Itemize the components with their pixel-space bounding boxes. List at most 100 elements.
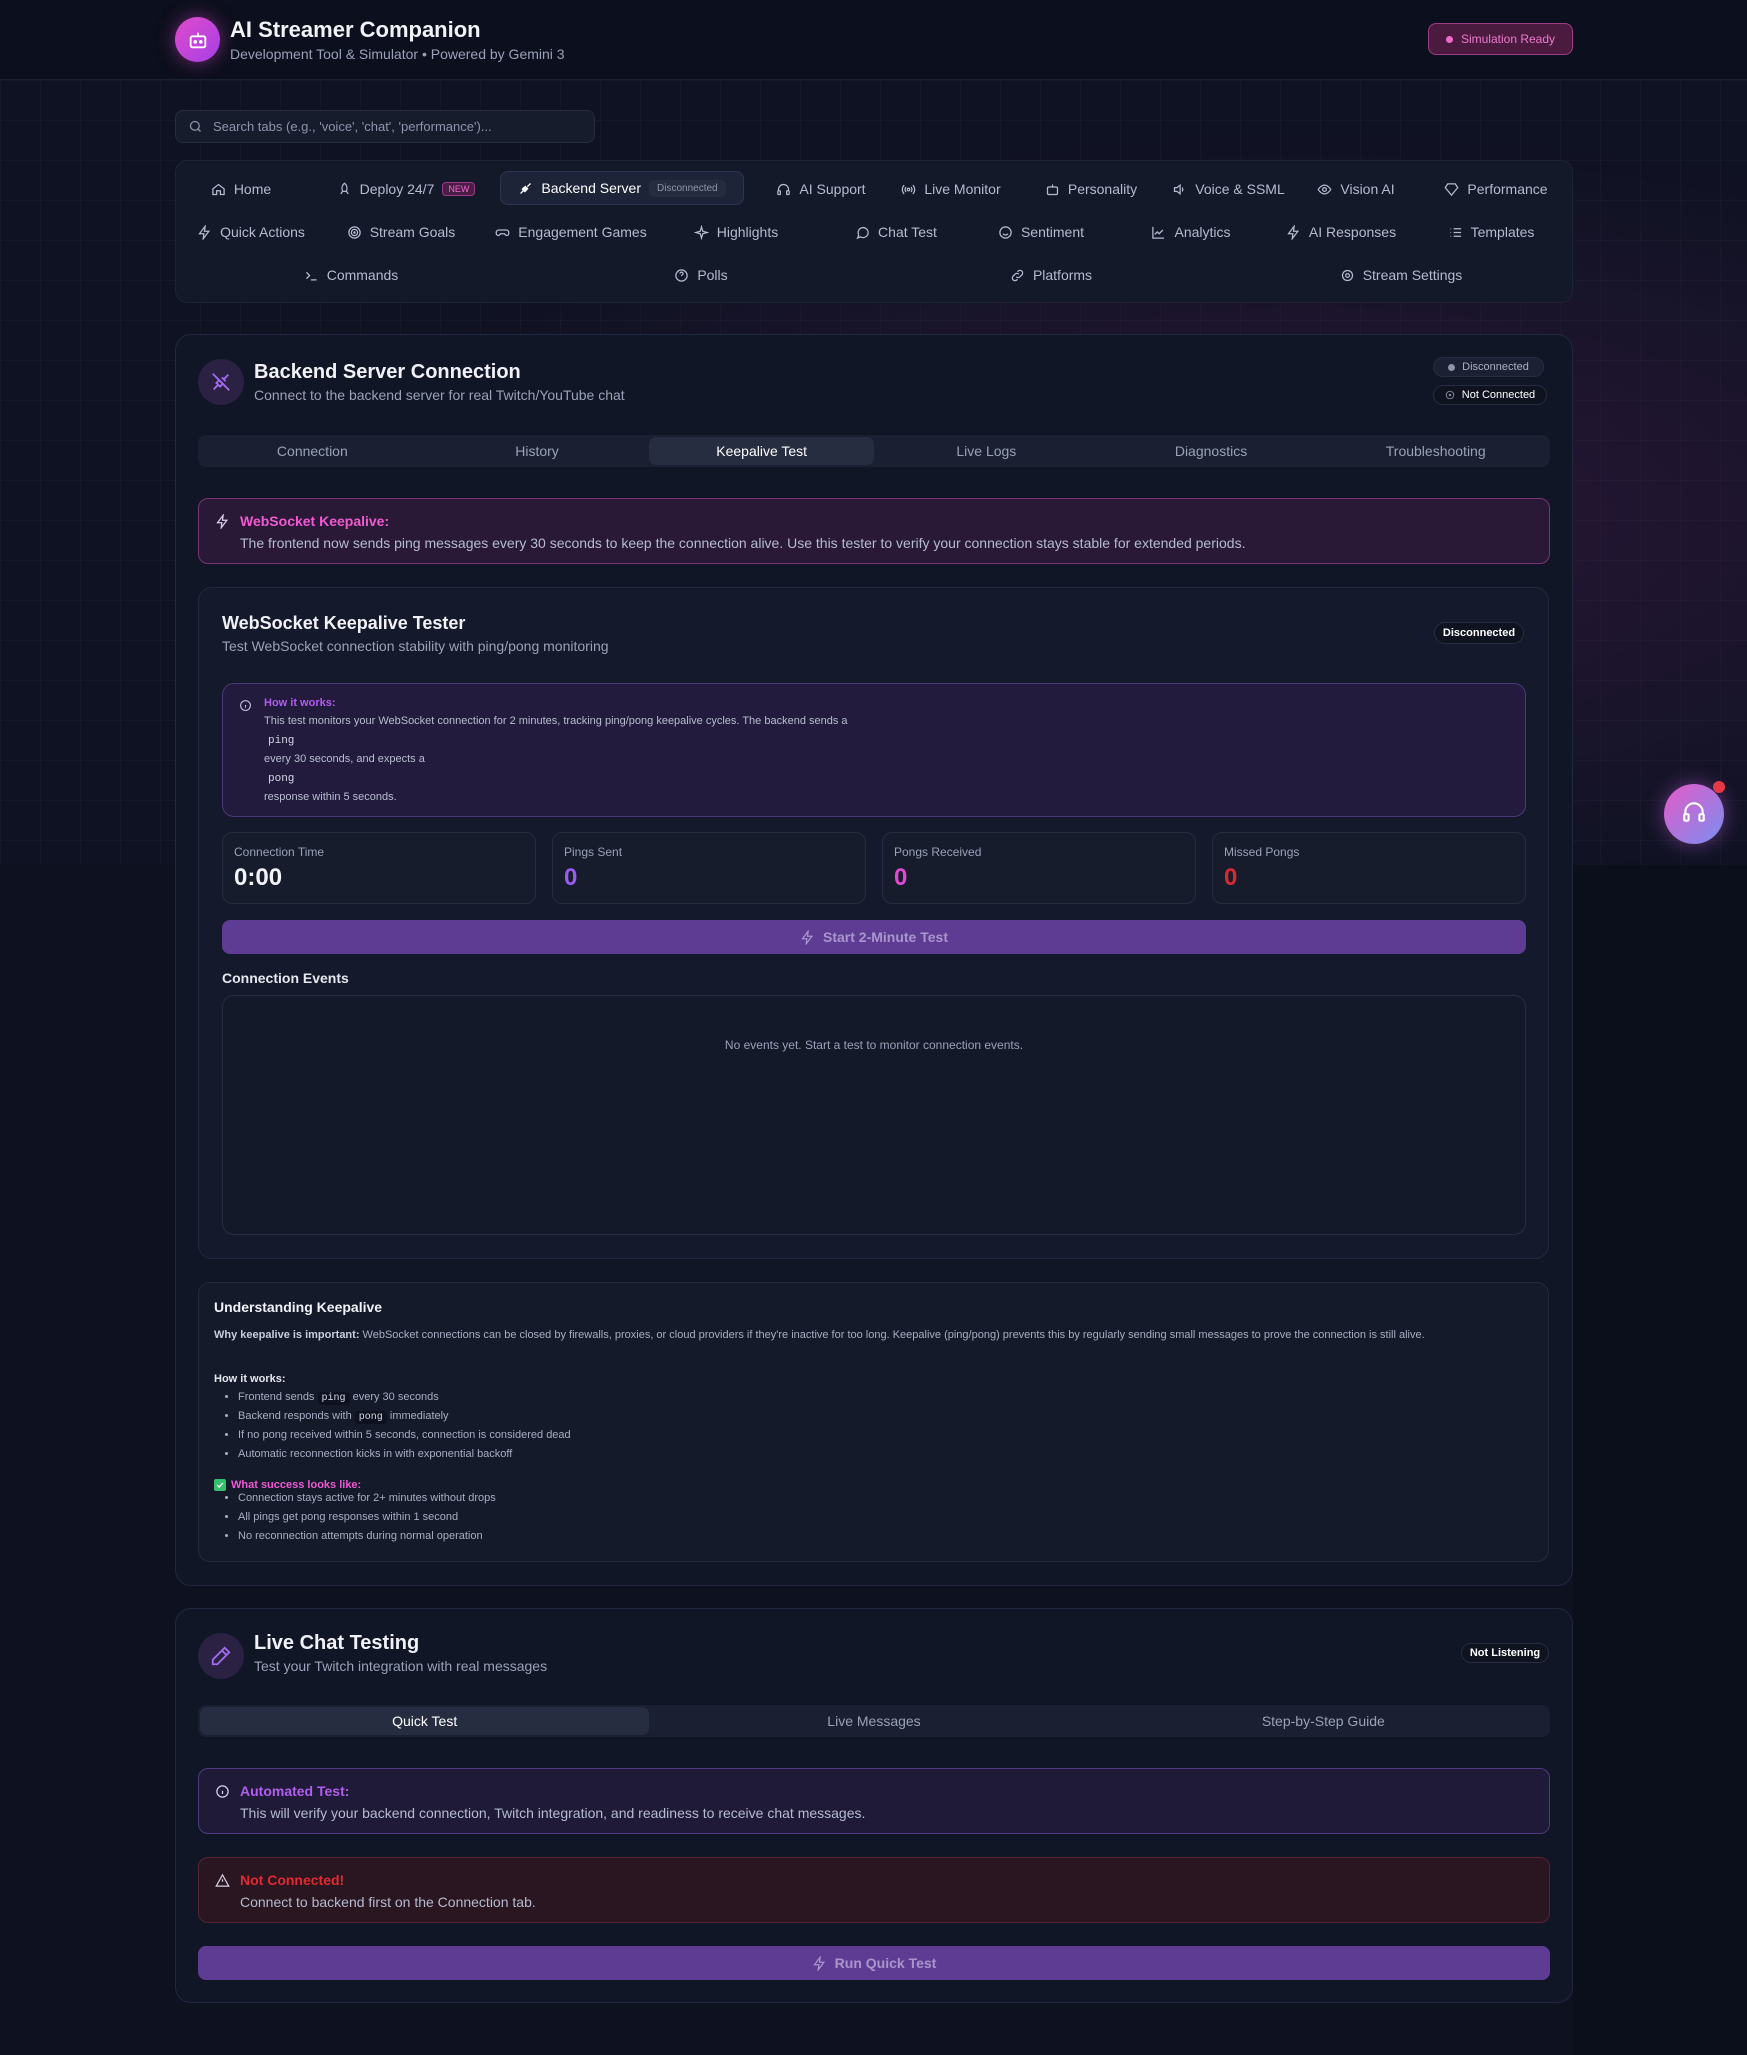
settings-icon bbox=[1340, 268, 1355, 283]
warning-icon bbox=[215, 1873, 230, 1888]
nav-personality[interactable]: Personality bbox=[1031, 172, 1151, 206]
nav-commands[interactable]: Commands bbox=[276, 258, 426, 292]
how-title: How it works: bbox=[214, 1373, 286, 1385]
nav-ai-responses[interactable]: AI Responses bbox=[1276, 215, 1406, 249]
nav-deploy[interactable]: Deploy 24/7 NEW bbox=[326, 172, 486, 206]
list-item: All pings get pong responses within 1 se… bbox=[238, 1508, 496, 1527]
headphones-icon bbox=[776, 182, 791, 197]
zap-icon bbox=[197, 224, 212, 240]
nav-backend-server[interactable]: Backend Server Disconnected bbox=[500, 171, 744, 205]
tab-history[interactable]: History bbox=[425, 437, 650, 465]
nav-label: Engagement Games bbox=[518, 224, 647, 240]
nav-chat-test[interactable]: Chat Test bbox=[846, 215, 946, 249]
tab-live-messages[interactable]: Live Messages bbox=[649, 1707, 1098, 1735]
nav-polls[interactable]: Polls bbox=[626, 258, 776, 292]
how-line-1: This test monitors your WebSocket connec… bbox=[264, 715, 848, 727]
nav-performance[interactable]: Performance bbox=[1436, 172, 1556, 206]
understanding-title: Understanding Keepalive bbox=[214, 1299, 383, 1315]
gamepad-icon bbox=[495, 225, 510, 240]
list-item: Frontend sends ping every 30 seconds bbox=[238, 1388, 571, 1407]
code-ping: ping bbox=[268, 735, 295, 747]
why-text: WebSocket connections can be closed by f… bbox=[362, 1329, 1425, 1341]
pen-icon bbox=[198, 1633, 244, 1679]
sparkle-icon bbox=[693, 224, 709, 240]
stat-missed-pongs: Missed Pongs 0 bbox=[1212, 832, 1526, 904]
run-quick-test-button[interactable]: Run Quick Test bbox=[198, 1946, 1550, 1980]
stat-pongs-received: Pongs Received 0 bbox=[882, 832, 1196, 904]
tab-live-logs[interactable]: Live Logs bbox=[874, 437, 1099, 465]
item-text: Frontend sends bbox=[238, 1391, 315, 1403]
nav-ai-support[interactable]: AI Support bbox=[766, 172, 876, 206]
new-badge: NEW bbox=[442, 182, 476, 196]
stat-pings-sent: Pings Sent 0 bbox=[552, 832, 866, 904]
rocket-icon bbox=[337, 181, 352, 197]
nav-quick-actions[interactable]: Quick Actions bbox=[196, 215, 306, 249]
nav-engagement-games[interactable]: Engagement Games bbox=[495, 215, 647, 249]
nav-label: Stream Settings bbox=[1362, 267, 1463, 283]
stat-label: Missed Pongs bbox=[1224, 845, 1300, 859]
nav-platforms[interactable]: Platforms bbox=[976, 258, 1126, 292]
why-label: Why keepalive is important: bbox=[214, 1329, 360, 1341]
how-title: How it works: bbox=[264, 697, 336, 709]
code-pong: pong bbox=[354, 1411, 387, 1424]
nav-label: Commands bbox=[326, 267, 399, 283]
nav-analytics[interactable]: Analytics bbox=[1141, 215, 1241, 249]
bot-logo-icon bbox=[175, 17, 220, 62]
nav-label: AI Responses bbox=[1308, 224, 1397, 240]
alert-text: The frontend now sends ping messages eve… bbox=[240, 535, 1246, 551]
list-item: Automatic reconnection kicks in with exp… bbox=[238, 1445, 571, 1464]
plug-icon bbox=[518, 181, 533, 196]
zap-icon bbox=[215, 514, 230, 529]
tab-diagnostics[interactable]: Diagnostics bbox=[1099, 437, 1324, 465]
start-test-button[interactable]: Start 2-Minute Test bbox=[222, 920, 1526, 954]
list-item: Backend responds with pong immediately bbox=[238, 1407, 571, 1426]
simulation-status-label: Simulation Ready bbox=[1460, 32, 1556, 46]
nav-label: Backend Server bbox=[541, 180, 641, 196]
disconnected-badge: Disconnected bbox=[649, 179, 726, 197]
alert-text: This will verify your backend connection… bbox=[240, 1805, 866, 1821]
nav-label: Templates bbox=[1470, 224, 1535, 240]
tab-search[interactable] bbox=[175, 110, 595, 143]
nav-label: Voice & SSML bbox=[1195, 181, 1285, 197]
nav-label: Platforms bbox=[1032, 267, 1093, 283]
support-chat-button[interactable] bbox=[1664, 784, 1724, 844]
nav-stream-goals[interactable]: Stream Goals bbox=[346, 215, 456, 249]
stat-value: 0 bbox=[564, 864, 578, 891]
chat-tabs: Quick Test Live Messages Step-by-Step Gu… bbox=[198, 1705, 1550, 1737]
nav-label: Live Monitor bbox=[924, 181, 1001, 197]
search-input[interactable] bbox=[213, 119, 583, 134]
disconnected-status: Disconnected bbox=[1433, 357, 1544, 377]
alert-title: WebSocket Keepalive: bbox=[240, 513, 390, 529]
how-list: Frontend sends ping every 30 seconds Bac… bbox=[238, 1388, 571, 1464]
nav-home[interactable]: Home bbox=[206, 172, 276, 206]
tab-connection[interactable]: Connection bbox=[200, 437, 425, 465]
nav-live-monitor[interactable]: Live Monitor bbox=[891, 172, 1011, 206]
tab-troubleshooting[interactable]: Troubleshooting bbox=[1323, 437, 1548, 465]
radio-icon bbox=[901, 182, 916, 197]
zap-icon bbox=[812, 1955, 827, 1971]
nav-templates[interactable]: Templates bbox=[1436, 215, 1546, 249]
events-title: Connection Events bbox=[222, 970, 349, 986]
tab-keepalive-test[interactable]: Keepalive Test bbox=[649, 437, 875, 465]
status-dot-icon bbox=[1448, 363, 1456, 371]
nav-highlights[interactable]: Highlights bbox=[686, 215, 786, 249]
nav-stream-settings[interactable]: Stream Settings bbox=[1326, 258, 1476, 292]
backend-tabs: Connection History Keepalive Test Live L… bbox=[198, 435, 1550, 467]
nav-vision-ai[interactable]: Vision AI bbox=[1311, 172, 1401, 206]
item-text: Backend responds with bbox=[238, 1410, 352, 1422]
tab-step-by-step-guide[interactable]: Step-by-Step Guide bbox=[1099, 1707, 1548, 1735]
nav-sentiment[interactable]: Sentiment bbox=[991, 215, 1091, 249]
status-label: Not Connected bbox=[1461, 389, 1536, 401]
app-header: AI Streamer Companion Development Tool &… bbox=[0, 0, 1747, 80]
nav-label: AI Support bbox=[799, 181, 866, 197]
alert-text: Connect to backend first on the Connecti… bbox=[240, 1894, 536, 1910]
tab-quick-test[interactable]: Quick Test bbox=[200, 1707, 650, 1735]
connection-events-list: No events yet. Start a test to monitor c… bbox=[222, 995, 1526, 1235]
search-icon bbox=[188, 119, 203, 134]
speaker-icon bbox=[1172, 182, 1187, 197]
stat-label: Pongs Received bbox=[894, 845, 982, 859]
list-icon bbox=[1448, 225, 1463, 240]
listening-status-badge: Not Listening bbox=[1461, 1643, 1549, 1663]
tester-status-badge: Disconnected bbox=[1434, 622, 1524, 644]
nav-voice-ssml[interactable]: Voice & SSML bbox=[1166, 172, 1291, 206]
